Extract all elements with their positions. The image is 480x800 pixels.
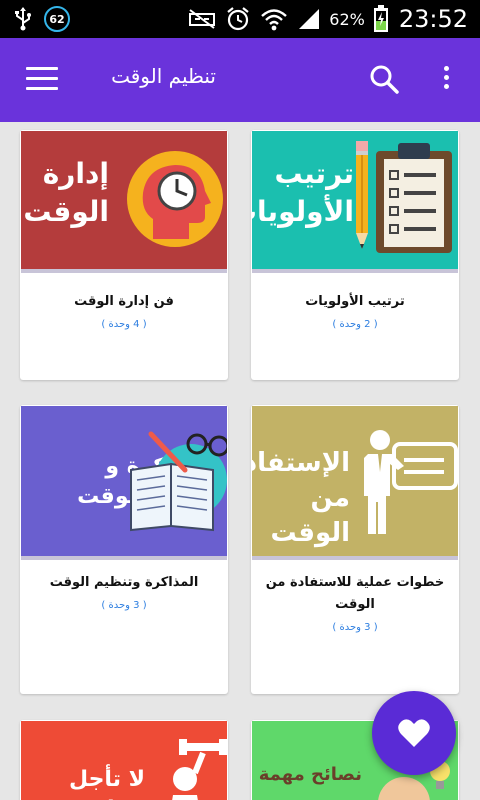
image-caption: ترتيب الأولويات [252, 157, 354, 228]
card-time-management-art[interactable]: إدارة الوقت فن إدارة الوقت ( 4 وحدة ) [20, 130, 228, 380]
card-title: ترتيب الأولويات [305, 294, 405, 309]
card-divider [21, 556, 227, 560]
head-clock-icon [127, 151, 223, 247]
card-priorities[interactable]: ترتيب الأولويا ترتيب الأولويات (2 وحدة … [251, 130, 459, 380]
card-do-not-delay[interactable]: لا تأجل عمل [20, 720, 228, 800]
card-practical-steps[interactable]: الإستفادة من الوقت خطوات عملية للاستفادة… [251, 405, 459, 694]
favorite-fab-button[interactable] [372, 691, 456, 775]
card-unit-count: ( 4 وحدة ) [101, 319, 147, 330]
clock-time: 23:52 [398, 5, 468, 33]
clipboard-checklist-icon [376, 143, 452, 253]
card-image: ترتيب الأولويات [252, 131, 458, 269]
more-options-icon[interactable] [438, 66, 454, 94]
card-image: لا تأجل عمل [21, 721, 227, 800]
usb-icon [15, 7, 31, 31]
image-caption: إدارة الوقت [23, 157, 109, 228]
card-title: خطوات عملية للاستفادة من الوقت [265, 575, 445, 612]
card-image: المذاكرة و تنظيم الوقت [21, 406, 227, 556]
image-caption: الإستفادة من الوقت [252, 448, 350, 549]
battery-charging-icon [373, 5, 388, 32]
search-icon[interactable] [367, 62, 401, 96]
notification-count-badge: 62 [44, 6, 70, 32]
image-caption: لا تأجل عمل [68, 767, 145, 800]
signal-icon [299, 9, 320, 29]
card-divider [252, 269, 458, 273]
page-title: تنظيم الوقت [111, 64, 216, 88]
presenter-board-icon [364, 430, 458, 534]
card-unit-count: ( 3 وحدة ) [101, 600, 147, 611]
card-image: إدارة الوقت [21, 131, 227, 269]
hamburger-menu-icon[interactable] [26, 67, 58, 91]
app-bar: تنظيم الوقت [0, 38, 480, 122]
card-title: المذاكرة وتنظيم الوقت [49, 575, 199, 590]
book-glasses-icon [130, 431, 227, 532]
card-divider [252, 556, 458, 560]
card-unit-count: ( 3 وحدة ) [332, 622, 378, 633]
pencil-icon [356, 141, 368, 249]
status-bar: 62 62% 23:52 [0, 0, 480, 38]
card-divider [21, 269, 227, 273]
card-unit-count: ( 2 وحدة ) [332, 319, 378, 330]
card-image: الإستفادة من الوقت [252, 406, 458, 556]
image-caption: نصائح مهمة [258, 764, 362, 785]
card-title: فن إدارة الوقت [74, 294, 174, 309]
person-dumbbell-icon [172, 739, 227, 800]
wifi-icon [261, 9, 288, 31]
alarm-icon [227, 7, 249, 31]
card-study-time[interactable]: المذاكرة و تنظيم الوقت المذاكرة وتنظيم ا… [20, 405, 228, 694]
heart-icon [398, 719, 430, 747]
mute-icon [189, 9, 216, 29]
battery-percent: 62% [329, 9, 365, 29]
